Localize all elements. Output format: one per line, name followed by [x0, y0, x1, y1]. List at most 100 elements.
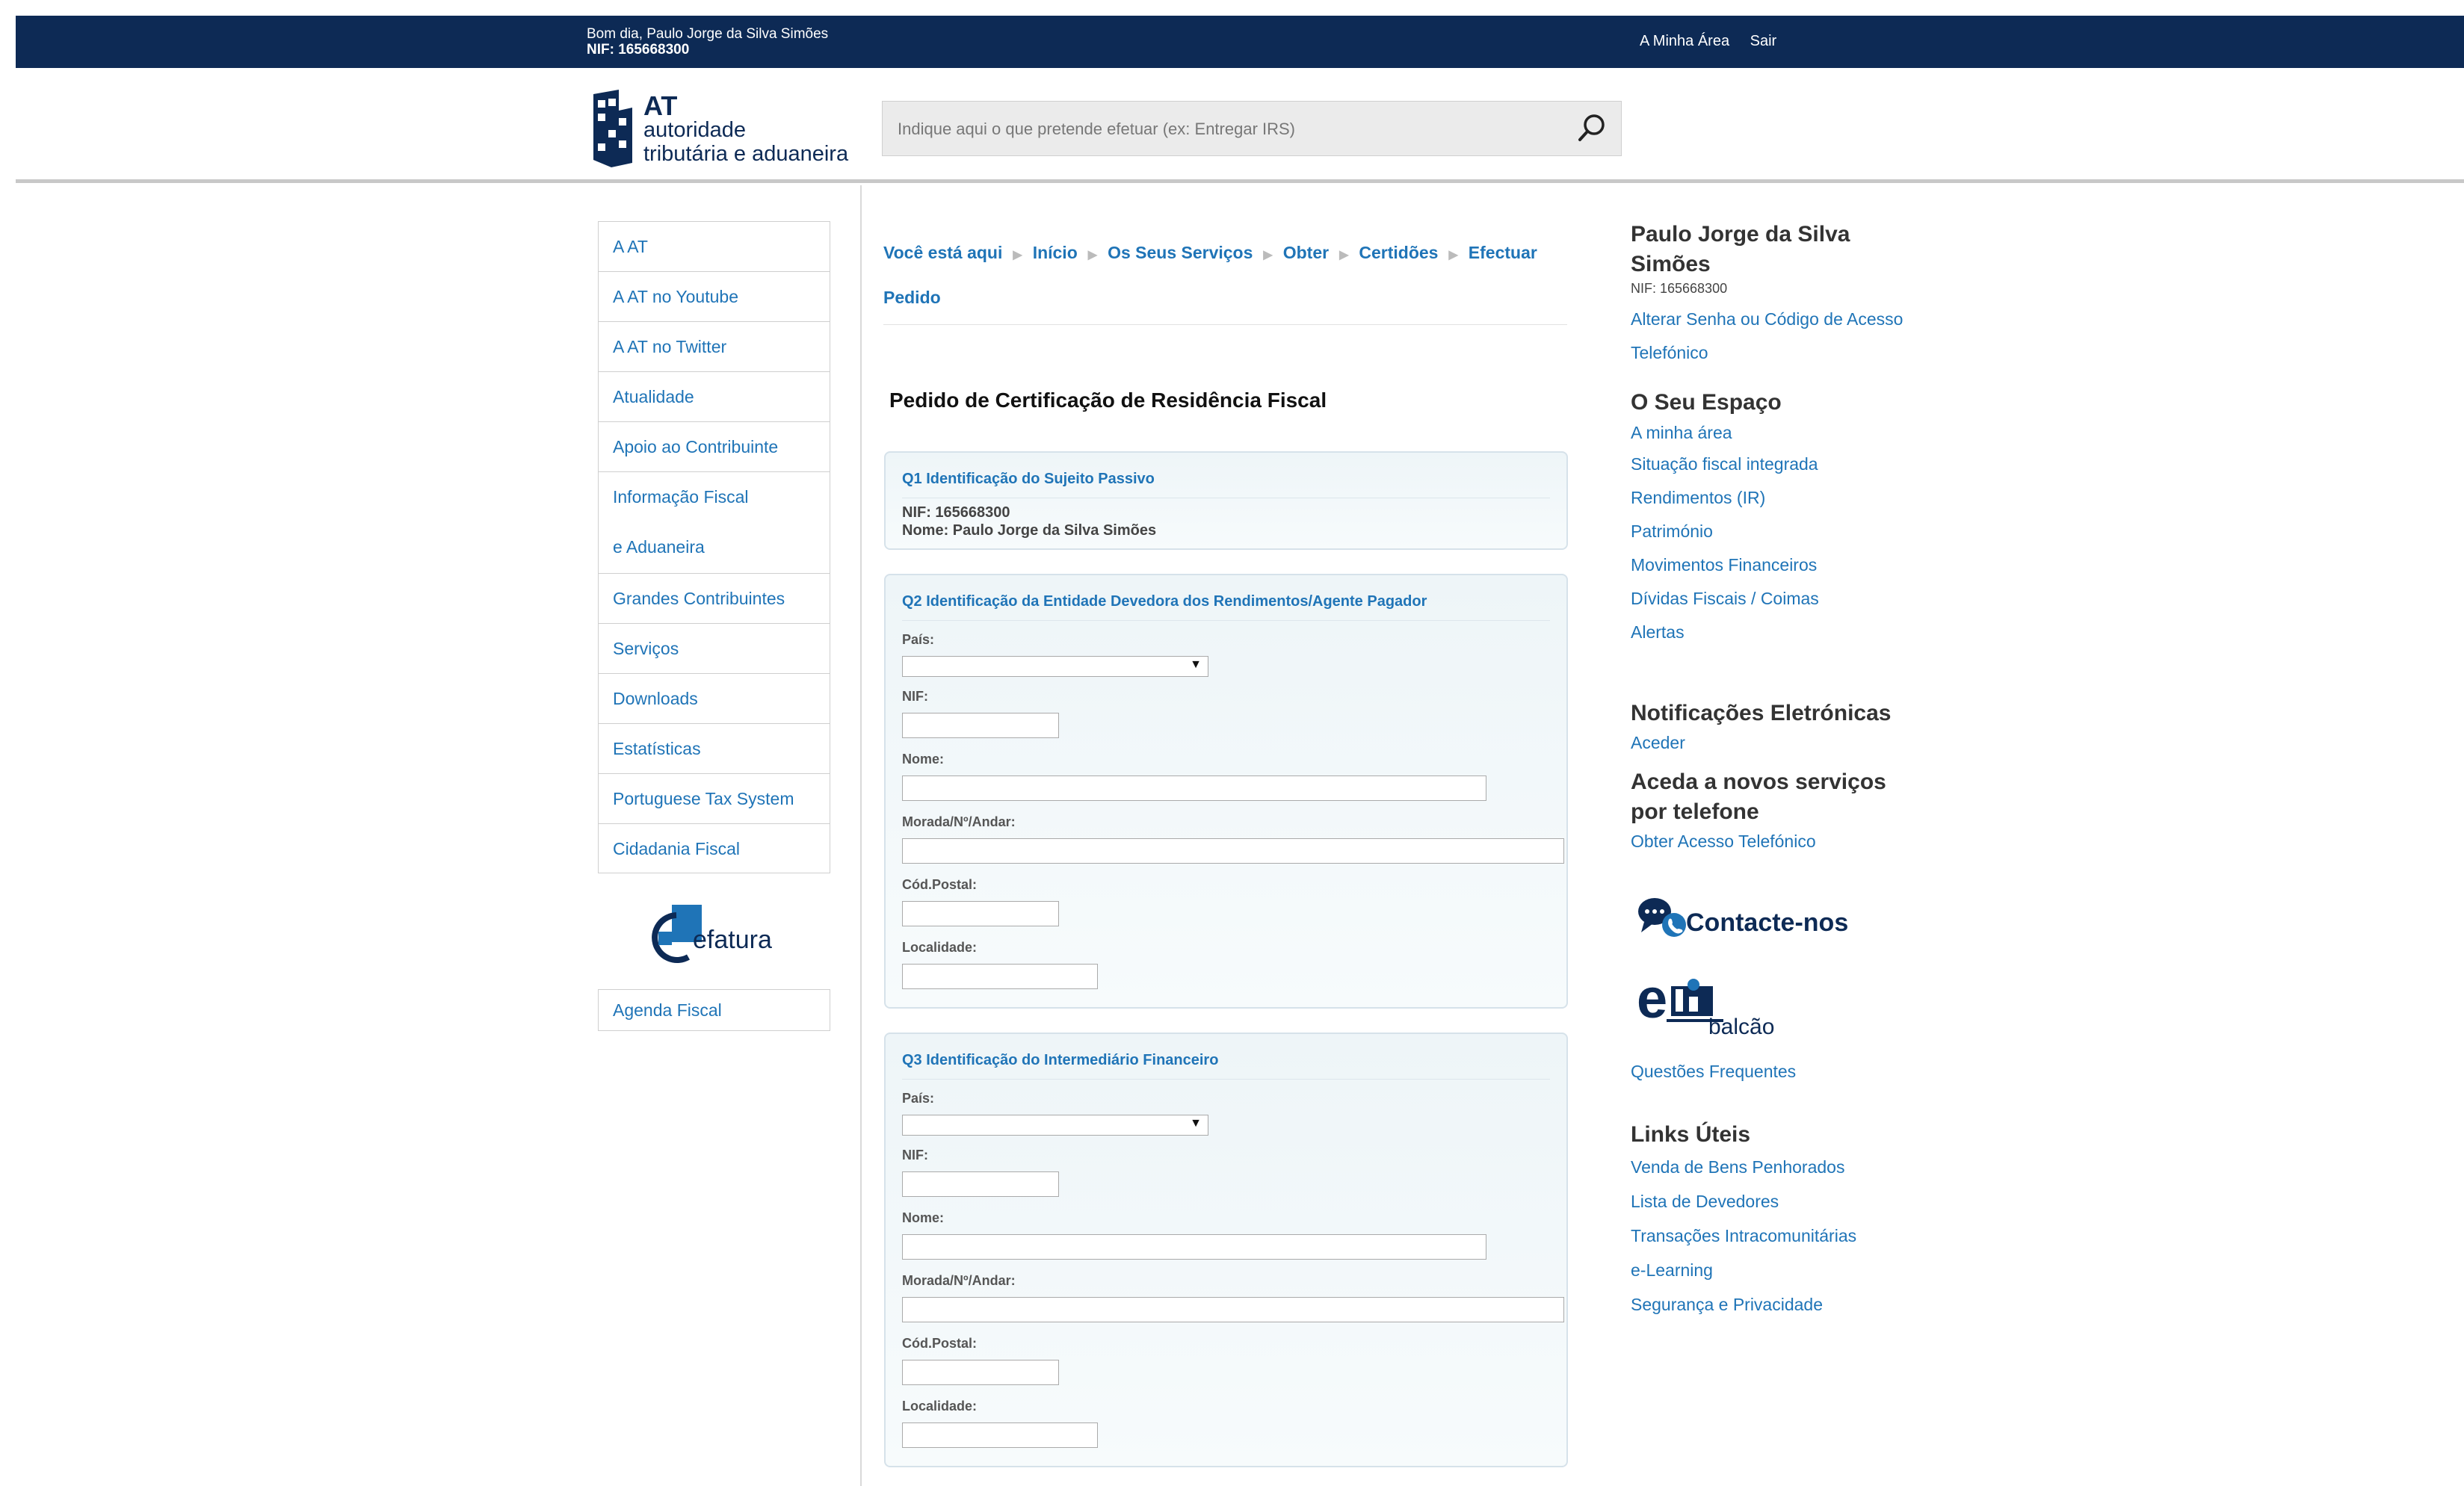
logout-link[interactable]: Sair	[1750, 33, 1777, 49]
link-lista-devedores[interactable]: Lista de Devedores	[1631, 1184, 1945, 1219]
q3-morada-field[interactable]	[902, 1297, 1564, 1322]
left-nav: A AT A AT no Youtube A AT no Twitter Atu…	[598, 221, 830, 873]
nav-item-grandes[interactable]: Grandes Contribuintes	[598, 573, 830, 623]
search-input[interactable]	[896, 115, 1557, 143]
link-rendimentos[interactable]: Rendimentos (IR)	[1631, 481, 1945, 515]
chevron-down-icon: ▼	[1190, 1117, 1202, 1130]
nav-item-informacao[interactable]: Informação Fiscal e Aduaneira	[598, 471, 830, 573]
at-logo-icon	[593, 90, 632, 167]
phone-access-link[interactable]: Obter Acesso Telefónico	[1631, 827, 1945, 855]
nav-item-downloads[interactable]: Downloads	[598, 673, 830, 723]
link-patrimonio[interactable]: Património	[1631, 515, 1945, 548]
q2-localidade-field[interactable]	[902, 964, 1098, 989]
q3-morada-label: Morada/Nº/Andar:	[902, 1273, 1016, 1288]
q1-nome: Nome: Paulo Jorge da Silva Simões	[902, 522, 1157, 539]
nav-item-a-at[interactable]: A AT	[598, 221, 830, 271]
nav-item-twitter[interactable]: A AT no Twitter	[598, 321, 830, 371]
phone-title-line1: Aceda a novos serviços	[1631, 770, 1886, 794]
q2-title: Q2 Identificação da Entidade Devedora do…	[902, 593, 1427, 610]
q3-nif-label: NIF:	[902, 1148, 928, 1163]
breadcrumb: Você está aqui ▶ Início ▶ Os Seus Serviços ▶ O…	[883, 232, 1567, 318]
nav-item-servicos[interactable]: Serviços	[598, 623, 830, 673]
top-bar	[16, 16, 2464, 68]
q2-nif-field[interactable]	[902, 713, 1059, 738]
breadcrumb-inicio[interactable]: Início	[1033, 243, 1078, 262]
contact-us-link[interactable]: Contacte-nos	[1637, 892, 1861, 944]
page-title: Pedido de Certificação de Residência Fis…	[889, 388, 1327, 412]
q2-nome-field[interactable]	[902, 775, 1486, 801]
change-password-link[interactable]: Alterar Senha ou Código de Acesso	[1631, 303, 1945, 336]
nav-item-youtube[interactable]: A AT no Youtube	[598, 271, 830, 321]
change-password-link-line2[interactable]: Telefónico	[1631, 336, 1945, 370]
q2-nome-label: Nome:	[902, 752, 945, 767]
nav-item-estatisticas[interactable]: Estatísticas	[598, 723, 830, 773]
column-divider	[860, 185, 862, 1486]
nav-item-portuguese-tax[interactable]: Portuguese Tax System	[598, 773, 830, 823]
notif-title: Notificações Eletrónicas	[1631, 701, 1892, 725]
link-dividas[interactable]: Dívidas Fiscais / Coimas	[1631, 582, 1945, 616]
user-nif: NIF: 165668300	[1631, 281, 1728, 296]
link-elearning[interactable]: e-Learning	[1631, 1253, 1945, 1287]
link-minha-area[interactable]: A minha área	[1631, 418, 1945, 448]
link-seguranca[interactable]: Segurança e Privacidade	[1631, 1287, 1945, 1322]
q1-nif: NIF: 165668300	[902, 504, 1010, 521]
q3-nome-field[interactable]	[902, 1234, 1486, 1260]
q1-info: NIF: 165668300 Nome: Paulo Jorge da Silv…	[902, 504, 1156, 539]
q3-pais-select[interactable]: ▼	[902, 1115, 1208, 1136]
user-name-line1: Paulo Jorge da Silva	[1631, 222, 1850, 247]
breadcrumb-servicos[interactable]: Os Seus Serviços	[1108, 243, 1253, 262]
phone-title-line2: por telefone	[1631, 799, 1759, 824]
at-logo[interactable]: AT autoridade tributária e aduaneira	[589, 88, 859, 172]
my-area-link[interactable]: A Minha Área	[1640, 33, 1729, 49]
chat-bubble-icon	[1638, 898, 1686, 937]
q2-morada-field[interactable]	[902, 838, 1564, 864]
q3-localidade-field[interactable]	[902, 1422, 1098, 1448]
q3-nome-label: Nome:	[902, 1210, 945, 1225]
q2-pais-select[interactable]: ▼	[902, 656, 1208, 677]
ebalcao-text: balcão	[1708, 1015, 1775, 1039]
search-icon[interactable]	[1576, 112, 1608, 143]
search-bar	[882, 101, 1622, 156]
breadcrumb-here: Você está aqui	[883, 243, 1003, 262]
agenda-fiscal-link[interactable]: Agenda Fiscal	[598, 989, 830, 1031]
link-alertas[interactable]: Alertas	[1631, 616, 1945, 649]
efatura-logo[interactable]: efatura	[646, 900, 788, 968]
q3-codpostal-field[interactable]	[902, 1360, 1059, 1385]
q2-nif-label: NIF:	[902, 689, 928, 704]
breadcrumb-divider	[883, 324, 1567, 325]
greeting-nif: NIF: 165668300	[587, 42, 690, 58]
breadcrumb-obter[interactable]: Obter	[1283, 243, 1329, 262]
link-transacoes[interactable]: Transações Intracomunitárias	[1631, 1219, 1945, 1253]
q2-divider	[902, 620, 1550, 621]
link-movimentos[interactable]: Movimentos Financeiros	[1631, 548, 1945, 582]
notif-aceder-link[interactable]: Aceder	[1631, 728, 1945, 757]
right-sidebar-lower: Questões Frequentes Links Úteis Venda de…	[1631, 1055, 1945, 1322]
efatura-text: efatura	[693, 926, 772, 954]
right-sidebar: Paulo Jorge da Silva Simões NIF: 1656683…	[1631, 220, 1945, 855]
nav-item-atualidade[interactable]: Atualidade	[598, 371, 830, 421]
q3-nif-field[interactable]	[902, 1171, 1059, 1197]
breadcrumb-sep-icon: ▶	[1263, 249, 1273, 261]
q2-codpostal-label: Cód.Postal:	[902, 877, 978, 892]
header-divider	[16, 179, 2464, 183]
link-venda-bens[interactable]: Venda de Bens Penhorados	[1631, 1150, 1945, 1184]
nav-item-cidadania[interactable]: Cidadania Fiscal	[598, 823, 830, 873]
nav-item-apoio[interactable]: Apoio ao Contribuinte	[598, 421, 830, 471]
breadcrumb-sep-icon: ▶	[1448, 249, 1458, 261]
q2-pais-label: País:	[902, 632, 935, 647]
user-greeting: Bom dia, Paulo Jorge da Silva Simões NIF…	[587, 26, 828, 58]
breadcrumb-sep-icon: ▶	[1339, 249, 1349, 261]
logo-line3: tributária e aduaneira	[643, 142, 849, 166]
ebalcao-link[interactable]: e balcão	[1637, 964, 1801, 1046]
q2-codpostal-field[interactable]	[902, 901, 1059, 926]
q2-localidade-label: Localidade:	[902, 940, 978, 955]
breadcrumb-certidoes[interactable]: Certidões	[1359, 243, 1438, 262]
user-name-line2: Simões	[1631, 252, 1711, 276]
link-situacao-fiscal[interactable]: Situação fiscal integrada	[1631, 448, 1945, 481]
top-links: A Minha Área Sair	[1640, 33, 1793, 50]
chevron-down-icon: ▼	[1190, 658, 1202, 671]
faq-link[interactable]: Questões Frequentes	[1631, 1055, 1945, 1089]
links-uteis-title: Links Úteis	[1631, 1122, 1751, 1147]
logo-line2: autoridade	[643, 118, 747, 142]
q1-panel: Q1 Identificação do Sujeito Passivo NIF:…	[884, 451, 1568, 550]
